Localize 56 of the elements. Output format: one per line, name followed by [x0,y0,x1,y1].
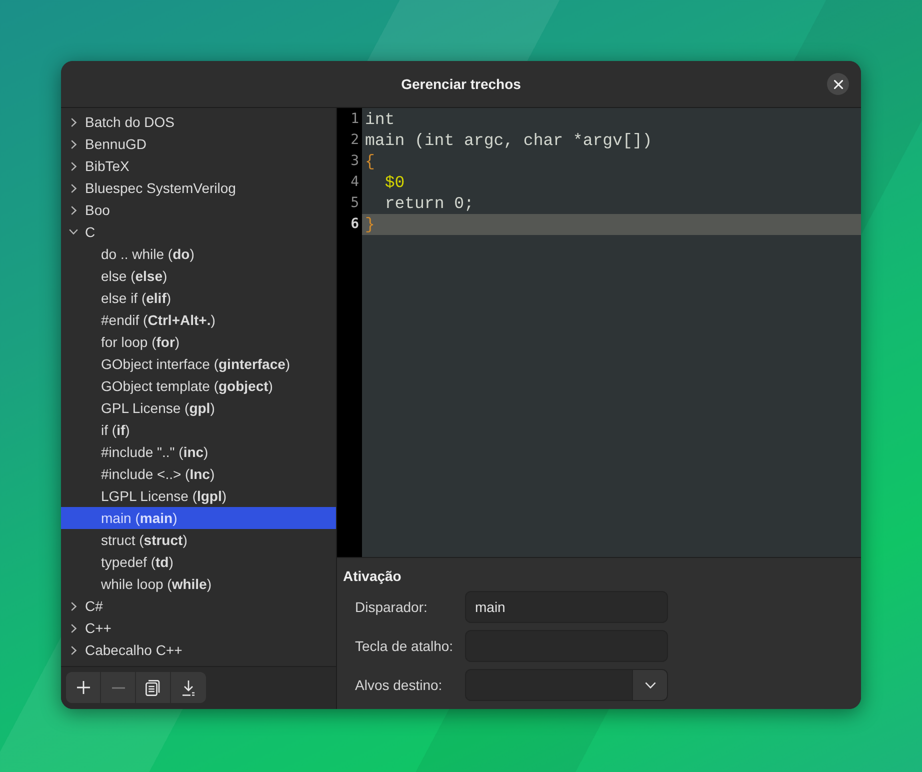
field-label: Disparador: [355,598,428,617]
tree-item[interactable]: Boo [61,199,336,221]
code-line: { [365,152,375,171]
tree-item[interactable]: for loop (for) [61,331,336,353]
window-title: Gerenciar trechos [401,74,521,94]
tree-item[interactable]: C++ [61,617,336,639]
tree-item[interactable]: while loop (while) [61,573,336,595]
tree-item[interactable]: C# [61,595,336,617]
field-label: Alvos destino: [355,676,444,694]
tree-item[interactable]: LGPL License (lgpl) [61,485,336,507]
line-number: 6 [350,215,360,234]
tree-item[interactable]: GObject interface (ginterface) [61,353,336,375]
dropdown-field[interactable] [465,669,668,701]
tree-item[interactable]: typedef (td) [61,551,336,573]
code-line: return 0; [384,194,474,213]
text-field[interactable]: main [465,591,668,623]
tree-item[interactable]: Cabecalho C++ [61,639,336,661]
tree-item[interactable]: struct (struct) [61,529,336,551]
code-editor[interactable]: 1 2 3 4 5 6 int main (int argc, char *argv[]) { $0 return 0; } [337,108,861,557]
code-line: main (int argc, char *argv[]) [365,131,652,150]
tree-item[interactable]: #include ".." (inc) [61,441,336,463]
tree-item[interactable]: else (else) [61,265,336,287]
code-line: int [365,110,395,129]
tree-item[interactable]: BibTeX [61,155,336,177]
import-button[interactable] [136,672,171,703]
tree-item[interactable]: Bluespec SystemVerilog [61,177,336,199]
tree-item[interactable]: do .. while (do) [61,243,336,265]
tree-item[interactable]: GPL License (gpl) [61,397,336,419]
tree-item[interactable]: BennuGD [61,133,336,155]
tree-item[interactable]: else if (elif) [61,287,336,309]
line-number: 4 [350,173,360,192]
chevron-down-icon [644,682,656,688]
close-icon [834,80,842,88]
tree-item[interactable]: main (main) [61,507,336,529]
tree-item[interactable]: GObject template (gobject) [61,375,336,397]
export-button[interactable] [171,672,206,703]
code-line: } [365,215,375,234]
line-number: 3 [350,152,360,171]
tree-item[interactable]: Batch do DOS [61,111,336,133]
line-number: 2 [350,131,360,150]
line-number: 5 [350,194,360,213]
tree-item[interactable]: C [61,221,336,243]
section-heading: Ativação [343,567,402,585]
download-icon [182,680,195,696]
code-line: $0 [384,173,405,192]
close-button[interactable] [827,73,849,95]
tree-item[interactable]: #include <..> (Inc) [61,463,336,485]
tree-item[interactable]: #endif (Ctrl+Alt+.) [61,309,336,331]
line-number: 1 [350,110,360,129]
minus-icon [112,686,124,688]
add-button[interactable] [66,672,101,703]
tree-item[interactable]: if (if) [61,419,336,441]
dropdown-button[interactable] [632,670,667,700]
field-label: Tecla de atalho: [355,636,454,656]
document-stack-icon [145,680,161,696]
plus-icon [76,681,90,694]
